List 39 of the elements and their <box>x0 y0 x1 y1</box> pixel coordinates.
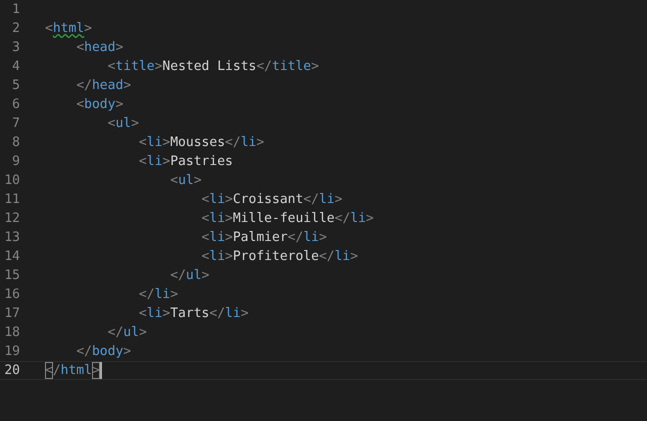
line-number: 11 <box>3 191 20 208</box>
line-number: 14 <box>3 248 20 265</box>
code-line: <title>Nested Lists</title> <box>106 58 319 75</box>
line-number: 8 <box>11 134 20 151</box>
line-number: 13 <box>3 229 20 246</box>
code-line: <body> <box>75 96 124 113</box>
code-line: </body> <box>75 343 132 360</box>
code-line: </ul> <box>169 267 210 284</box>
line-number: 15 <box>3 267 20 284</box>
code-line: <li>Mousses</li> <box>138 134 264 151</box>
line-number: 3 <box>11 39 20 56</box>
line-number: 12 <box>3 210 20 227</box>
line-number: 10 <box>3 172 20 189</box>
line-number: 18 <box>3 324 20 341</box>
line-number: 6 <box>11 96 20 113</box>
line-number: 16 <box>3 286 20 303</box>
code-line: <li>Mille-feuille</li> <box>200 210 374 227</box>
code-line: <li>Tarts</li> <box>138 305 249 322</box>
code-line: <head> <box>75 39 124 56</box>
line-number: 7 <box>11 115 20 132</box>
code-line: <li>Croissant</li> <box>200 191 342 208</box>
line-number: 9 <box>11 153 20 170</box>
code-line: <html> <box>45 20 92 37</box>
code-line: </head> <box>75 77 132 94</box>
code-line: <ul> <box>169 172 202 189</box>
line-number: 2 <box>11 20 20 37</box>
line-number: 5 <box>11 77 20 94</box>
line-number: 17 <box>3 305 20 322</box>
line-number: 19 <box>3 343 20 360</box>
line-number: 1 <box>11 1 20 18</box>
code-line: <ul> <box>106 115 139 132</box>
line-number: 20 <box>3 362 20 379</box>
code-line: <li>Palmier</li> <box>200 229 327 246</box>
code-line: <li>Pastries <box>138 153 233 170</box>
code-line: </ul> <box>106 324 147 341</box>
line-number: 4 <box>11 58 20 75</box>
code-line: </li> <box>138 286 178 303</box>
code-line: <li>Profiterole</li> <box>200 248 358 265</box>
text-cursor <box>100 362 102 379</box>
